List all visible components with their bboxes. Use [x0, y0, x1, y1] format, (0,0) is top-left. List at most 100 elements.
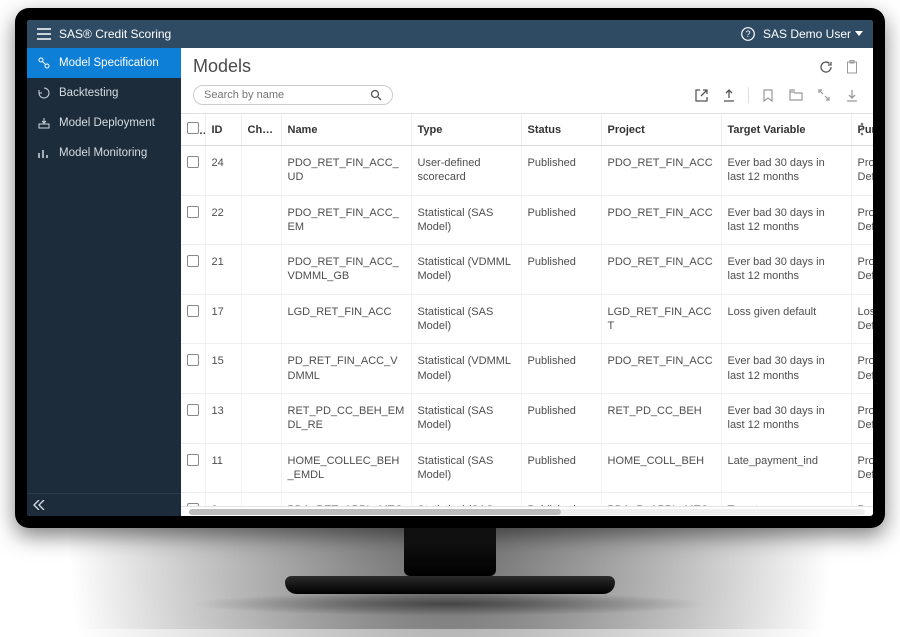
search-field[interactable] [204, 89, 370, 101]
cell-id: 17 [205, 294, 241, 344]
sidebar-item-label: Model Specification [59, 57, 159, 69]
cell-target: Ever bad 30 days in last 12 months [721, 245, 851, 295]
cell-cha [241, 146, 281, 196]
table-container[interactable]: ID Cha... Name Type Status Project Targe… [181, 113, 873, 506]
user-menu[interactable]: SAS Demo User [763, 27, 863, 41]
caret-down-icon [855, 31, 863, 37]
table-row[interactable]: 13RET_PD_CC_BEH_EMDL_REStatistical (SAS … [181, 393, 873, 443]
cell-target: Ever bad 30 days in last 12 months [721, 146, 851, 196]
cell-status: Published [521, 493, 601, 506]
cell-cha [241, 294, 281, 344]
cell-type: Statistical (VDMML Model) [411, 344, 521, 394]
row-checkbox[interactable] [181, 245, 205, 295]
cell-name: PDO_RET_FIN_ACC_UD [281, 146, 411, 196]
cell-target: Ever bad 30 days in last 12 months [721, 344, 851, 394]
cell-name: HOME_COLLEC_BEH_EMDL [281, 443, 411, 493]
row-checkbox[interactable] [181, 344, 205, 394]
cell-purpose: Probability of Default [851, 344, 873, 394]
row-checkbox[interactable] [181, 493, 205, 506]
help-icon[interactable]: ? [741, 27, 755, 41]
models-table: ID Cha... Name Type Status Project Targe… [181, 114, 873, 506]
row-checkbox[interactable] [181, 146, 205, 196]
horizontal-scrollbar[interactable] [181, 506, 873, 516]
cell-status: Published [521, 245, 601, 295]
sidebar-item-model-monitoring[interactable]: Model Monitoring [27, 138, 181, 168]
col-cha[interactable]: Cha... [241, 114, 281, 146]
col-type[interactable]: Type [411, 114, 521, 146]
backtesting-icon [37, 86, 51, 100]
sidebar-collapse-toggle[interactable] [27, 493, 181, 516]
hamburger-icon[interactable] [37, 28, 51, 40]
cell-id: 9 [205, 493, 241, 506]
select-all-checkbox[interactable] [181, 114, 205, 146]
open-new-icon[interactable] [692, 86, 710, 104]
row-checkbox[interactable] [181, 393, 205, 443]
table-row[interactable]: 11HOME_COLLEC_BEH_EMDLStatistical (SAS M… [181, 443, 873, 493]
cell-id: 11 [205, 443, 241, 493]
sidebar-item-label: Model Monitoring [59, 147, 147, 159]
table-row[interactable]: 24 PDO_RET_FIN_ACC_UDUser-defined scoreca… [181, 146, 873, 196]
chevron-left-double-icon [33, 500, 45, 510]
cell-cha [241, 493, 281, 506]
table-row[interactable]: 21PDO_RET_FIN_ACC_VDMML_GBStatistical (V… [181, 245, 873, 295]
table-header-row: ID Cha... Name Type Status Project Targe… [181, 114, 873, 146]
deployment-icon [37, 116, 51, 130]
cell-project: PDO_RET_FIN_ACC [601, 245, 721, 295]
table-row[interactable]: 15 PD_RET_FIN_ACC_VDMMLStatistical (VDMML… [181, 344, 873, 394]
sidebar-item-model-deployment[interactable]: Model Deployment [27, 108, 181, 138]
cell-id: 15 [205, 344, 241, 394]
cell-status: Published [521, 146, 601, 196]
row-checkbox[interactable] [181, 195, 205, 245]
upload-icon[interactable] [720, 86, 738, 104]
clipboard-icon[interactable] [843, 58, 861, 76]
cell-status: Published [521, 195, 601, 245]
row-checkbox[interactable] [181, 294, 205, 344]
cell-project: PDO_RET_FIN_ACC [601, 344, 721, 394]
sidebar-item-label: Backtesting [59, 87, 118, 99]
sidebar-item-label: Model Deployment [59, 117, 155, 129]
cell-project: RET_PD_CC_BEH [601, 393, 721, 443]
cell-target: Target_var [721, 493, 851, 506]
cell-type: Statistical (VDMML Model) [411, 245, 521, 295]
col-project[interactable]: Project [601, 114, 721, 146]
col-id[interactable]: ID [205, 114, 241, 146]
cell-purpose: Probability of Default [851, 443, 873, 493]
app-title: SAS® Credit Scoring [59, 27, 171, 41]
cell-name: LGD_RET_FIN_ACC [281, 294, 411, 344]
search-input[interactable] [193, 85, 393, 105]
table-row[interactable]: 17 LGD_RET_FIN_ACCStatistical (SAS Model)… [181, 294, 873, 344]
sidebar: Model Specification Backtesting Model De… [27, 48, 181, 516]
search-icon [370, 89, 382, 101]
cell-type: User-defined scorecard [411, 146, 521, 196]
cell-name: PD_RET_FIN_ACC_VDMML [281, 344, 411, 394]
sidebar-item-model-specification[interactable]: Model Specification [27, 48, 181, 78]
monitoring-icon [37, 146, 51, 160]
cell-name: PDO_RET_FIN_ACC_EM [281, 195, 411, 245]
bookmark-icon[interactable] [759, 86, 777, 104]
cell-id: 24 [205, 146, 241, 196]
table-row[interactable]: 22PDO_RET_FIN_ACC_EMStatistical (SAS Mod… [181, 195, 873, 245]
cell-purpose: Probability of Default [851, 146, 873, 196]
sidebar-item-backtesting[interactable]: Backtesting [27, 78, 181, 108]
cell-cha [241, 245, 281, 295]
column-options-icon[interactable] [853, 120, 871, 138]
table-row[interactable]: 9PDA_RET_APPL_MTGStatistical (SAS Model)… [181, 493, 873, 506]
cell-name: RET_PD_CC_BEH_EMDL_RE [281, 393, 411, 443]
cell-target: Loss given default [721, 294, 851, 344]
col-target[interactable]: Target Variable [721, 114, 851, 146]
cell-target: Ever bad 30 days in last 12 months [721, 393, 851, 443]
expand-icon[interactable] [815, 86, 833, 104]
topbar: SAS® Credit Scoring ? SAS Demo User [27, 20, 873, 48]
cell-type: Statistical (SAS Model) [411, 294, 521, 344]
row-checkbox[interactable] [181, 443, 205, 493]
folder-icon[interactable] [787, 86, 805, 104]
cell-project: HOME_COLL_BEH [601, 443, 721, 493]
download-icon[interactable] [843, 86, 861, 104]
col-status[interactable]: Status [521, 114, 601, 146]
col-name[interactable]: Name [281, 114, 411, 146]
refresh-icon[interactable] [817, 58, 835, 76]
cell-project: PDO_RET_FIN_ACC [601, 146, 721, 196]
cell-cha [241, 443, 281, 493]
main-panel: Models [181, 48, 873, 516]
cell-id: 22 [205, 195, 241, 245]
